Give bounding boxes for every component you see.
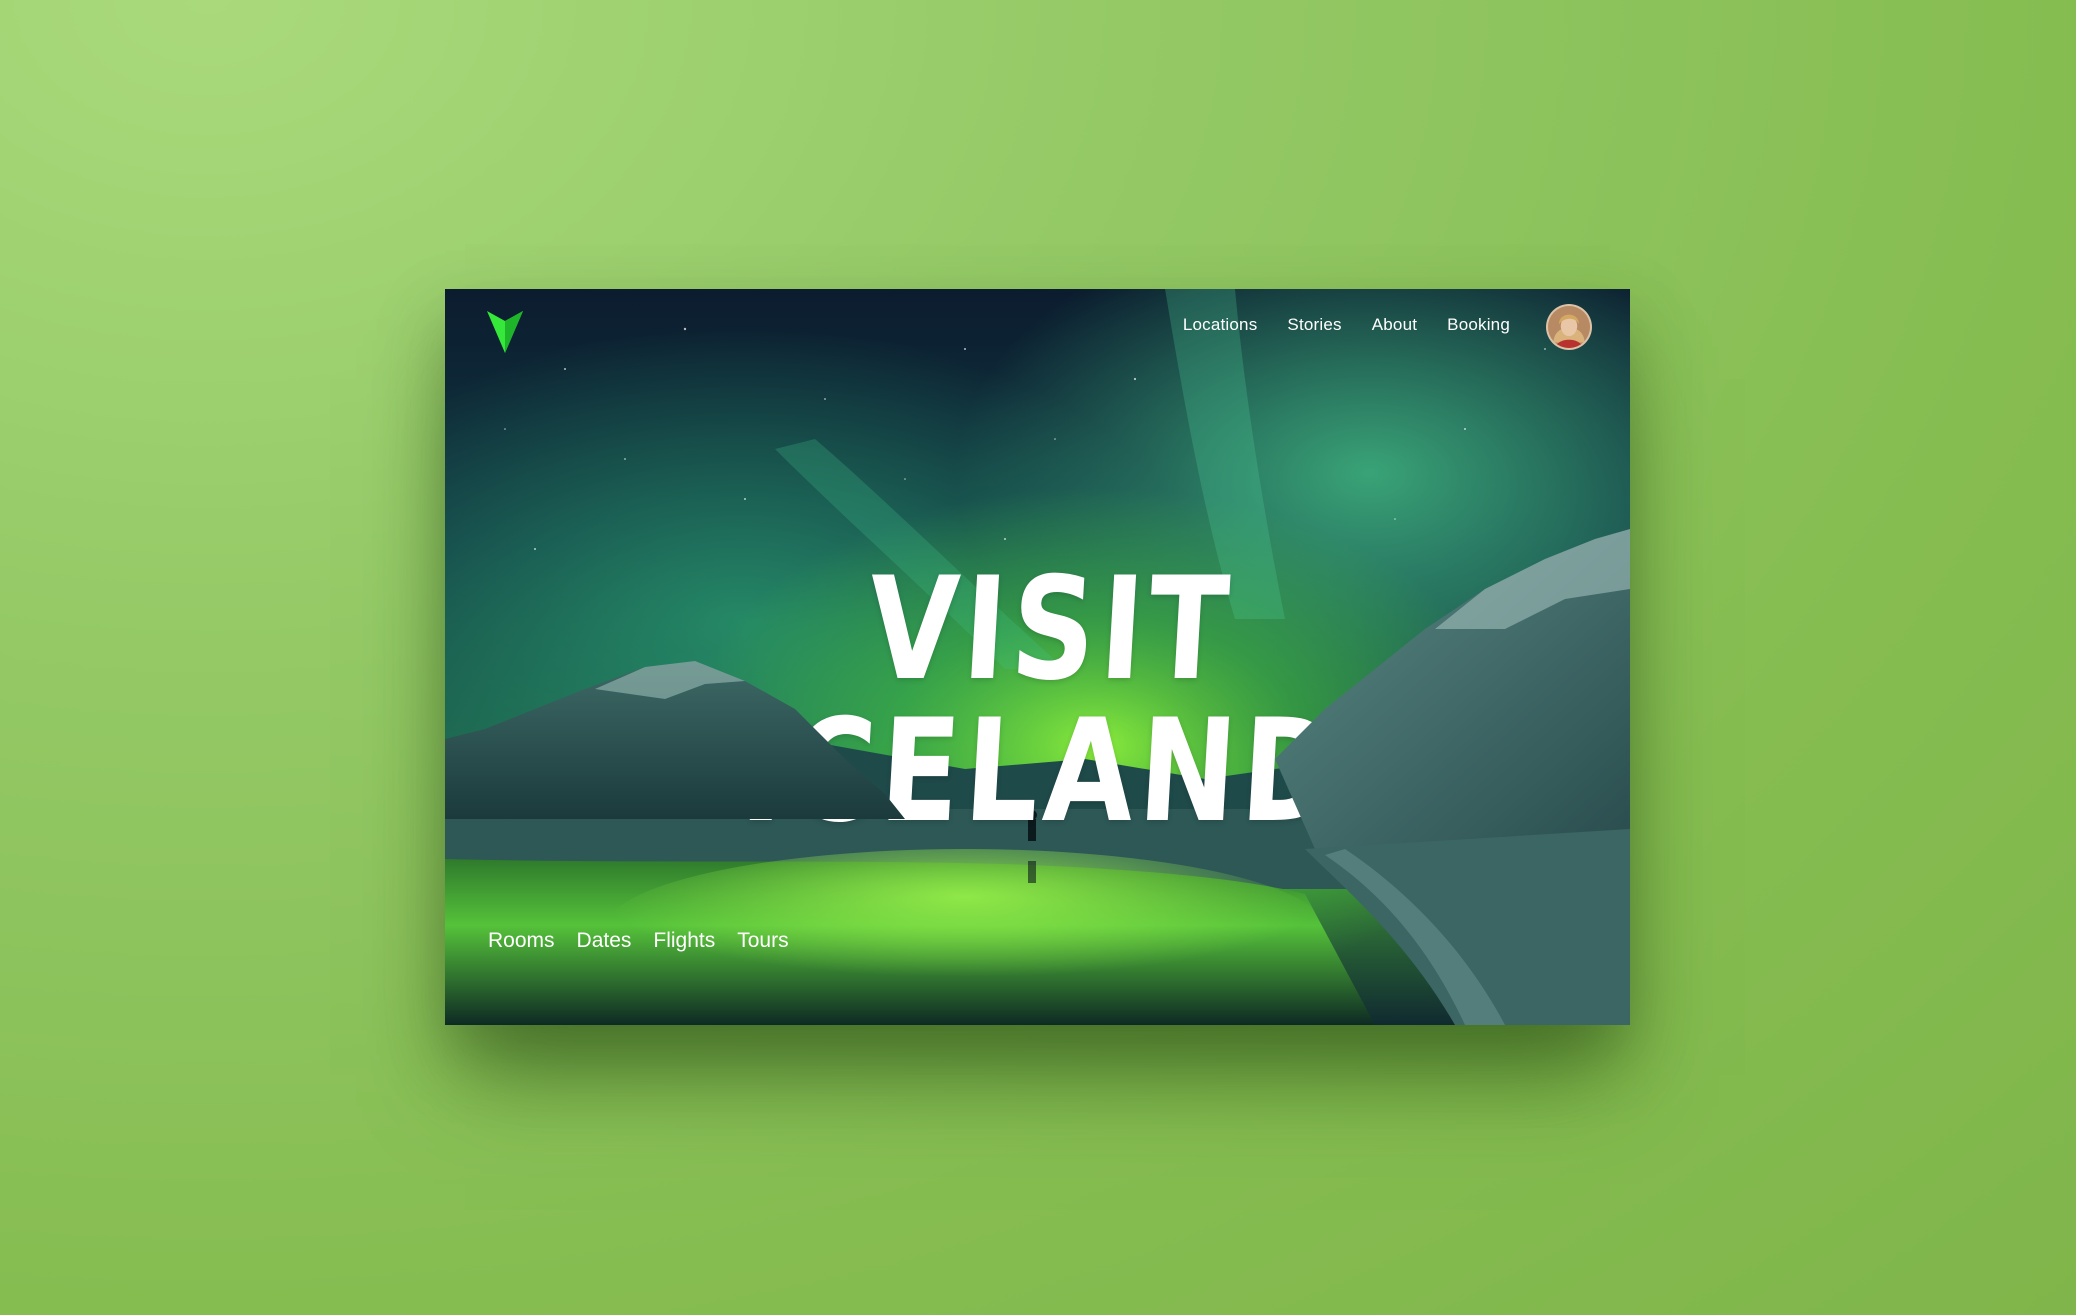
- v-arrow-logo-icon[interactable]: [487, 307, 523, 353]
- main-navigation: Locations Stories About Booking: [1183, 315, 1510, 335]
- user-avatar[interactable]: [1546, 304, 1592, 350]
- hero-headline: VISIT ICELAND: [737, 547, 1348, 854]
- subnav-item-rooms[interactable]: Rooms: [488, 929, 555, 953]
- landing-page-window: Locations Stories About Booking VISIT IC…: [445, 289, 1630, 1025]
- nav-item-locations[interactable]: Locations: [1183, 315, 1258, 335]
- user-avatar-image: [1548, 306, 1590, 348]
- booking-subnavigation: Rooms Dates Flights Tours: [488, 929, 789, 953]
- nav-item-stories[interactable]: Stories: [1287, 315, 1341, 335]
- subnav-item-flights[interactable]: Flights: [653, 929, 715, 953]
- nav-item-booking[interactable]: Booking: [1447, 315, 1510, 335]
- nav-item-about[interactable]: About: [1372, 315, 1417, 335]
- subnav-item-dates[interactable]: Dates: [577, 929, 632, 953]
- subnav-item-tours[interactable]: Tours: [737, 929, 788, 953]
